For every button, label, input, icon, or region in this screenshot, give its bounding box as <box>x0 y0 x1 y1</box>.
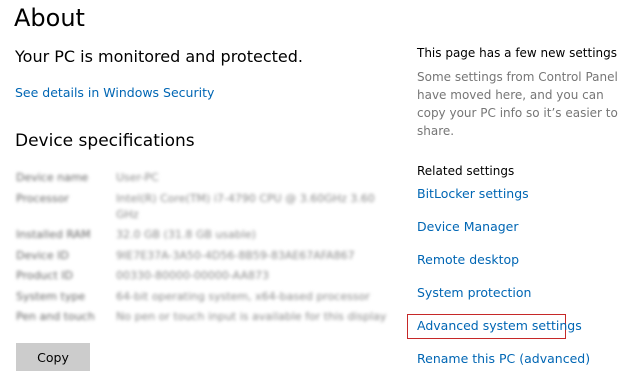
spec-label: Device name <box>16 171 89 184</box>
windows-security-link[interactable]: See details in Windows Security <box>15 85 214 100</box>
related-settings-heading: Related settings <box>417 164 515 178</box>
spec-row-product-id: Product ID 00330-80000-00000-AA873 <box>16 268 396 284</box>
rename-this-pc-link[interactable]: Rename this PC (advanced) <box>417 351 590 366</box>
spec-row-device-id: Device ID 9IE7E37A-3A50-4D56-8B59-83AE67… <box>16 248 396 264</box>
spec-label: Pen and touch <box>16 310 95 323</box>
spec-value: No pen or touch input is available for t… <box>116 310 387 323</box>
bitlocker-settings-link[interactable]: BitLocker settings <box>417 186 529 201</box>
spec-row-pen-and-touch: Pen and touch No pen or touch input is a… <box>16 309 396 325</box>
advanced-system-settings-link[interactable]: Advanced system settings <box>417 318 582 333</box>
spec-value: 9IE7E37A-3A50-4D56-8B59-83AE67AFA867 <box>116 248 355 262</box>
spec-value: 64-bit operating system, x64-based proce… <box>116 289 370 303</box>
remote-desktop-link[interactable]: Remote desktop <box>417 252 519 267</box>
protection-status-text: Your PC is monitored and protected. <box>15 47 303 66</box>
spec-row-processor: Processor Intel(R) Core(TM) i7-4790 CPU … <box>16 191 396 223</box>
spec-label: Product ID <box>16 269 73 282</box>
page-title: About <box>14 4 85 32</box>
device-manager-link[interactable]: Device Manager <box>417 219 519 234</box>
spec-value: Intel(R) Core(TM) i7-4790 CPU @ 3.60GHz … <box>116 191 375 221</box>
spec-value: 00330-80000-00000-AA873 <box>116 269 269 282</box>
spec-row-system-type: System type 64-bit operating system, x64… <box>16 289 396 305</box>
spec-label: Processor <box>16 191 69 205</box>
spec-row-device-name: Device name User-PC <box>16 170 396 186</box>
spec-row-installed-ram: Installed RAM 32.0 GB (31.8 GB usable) <box>16 227 396 243</box>
device-specifications-heading: Device specifications <box>15 131 195 151</box>
spec-label: System type <box>16 289 86 303</box>
system-protection-link[interactable]: System protection <box>417 285 531 300</box>
device-specifications-list: Device name User-PC Processor Intel(R) C… <box>16 170 396 330</box>
spec-value: User-PC <box>116 171 159 184</box>
new-settings-description: Some settings from Control Panel have mo… <box>417 70 618 138</box>
new-settings-heading: This page has a few new settings <box>417 46 618 60</box>
spec-value: 32.0 GB (31.8 GB usable) <box>116 228 256 241</box>
copy-button[interactable]: Copy <box>16 343 90 371</box>
spec-label: Device ID <box>16 248 69 262</box>
spec-label: Installed RAM <box>16 228 91 241</box>
